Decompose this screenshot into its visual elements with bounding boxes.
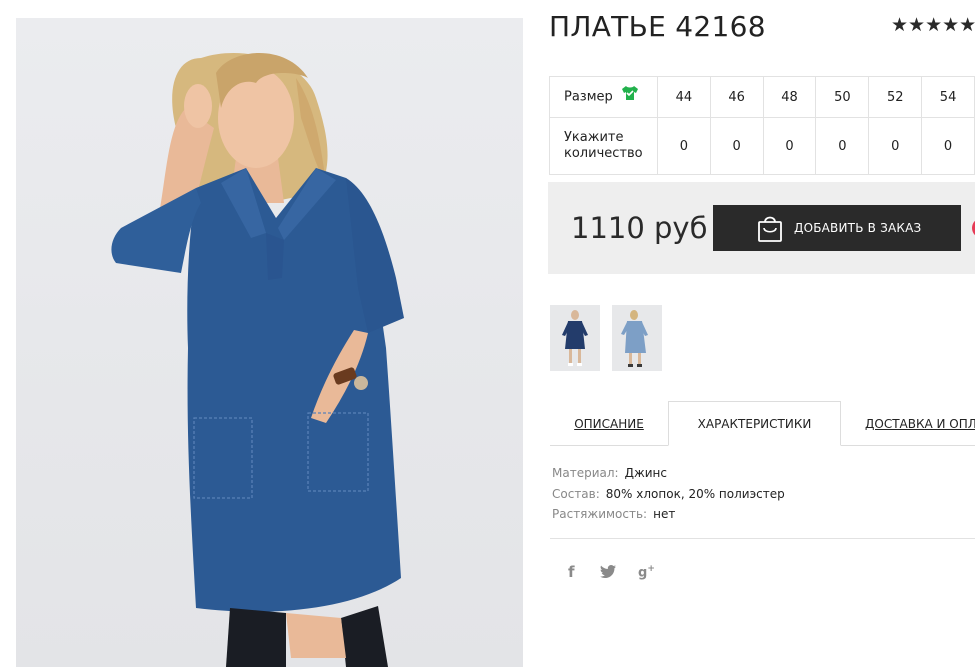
rating-stars[interactable]: ★★★★★ [891, 14, 975, 37]
size-option[interactable]: 46 [709, 76, 764, 118]
characteristic-row: Состав: 80% хлопок, 20% полиэстер [552, 484, 785, 505]
google-plus-sup: + [647, 564, 655, 574]
quantity-input[interactable]: 0 [921, 117, 975, 175]
size-option[interactable]: 52 [868, 76, 923, 118]
size-option[interactable]: 50 [815, 76, 870, 118]
twitter-icon[interactable] [600, 565, 616, 585]
dress-model-illustration [111, 52, 404, 667]
characteristic-value: 80% хлопок, 20% полиэстер [605, 486, 785, 501]
thumbnail-light-dress[interactable] [612, 305, 662, 371]
thumbnail-dark-dress[interactable] [550, 305, 600, 371]
product-main-photo[interactable] [16, 18, 523, 667]
size-option[interactable]: 54 [921, 76, 975, 118]
quantity-input[interactable]: 0 [762, 117, 817, 175]
google-plus-glyph: g [638, 565, 648, 581]
size-label: Размер [564, 89, 613, 105]
tab-characteristics-label: ХАРАКТЕРИСТИКИ [697, 417, 812, 431]
google-plus-icon[interactable]: g+ [638, 564, 655, 584]
characteristic-value: Джинс [624, 466, 667, 480]
price: 1110 руб [571, 211, 708, 245]
size-option[interactable]: 48 [762, 76, 817, 118]
characteristic-row: Материал: Джинс [552, 463, 785, 484]
characteristics-list: Материал: Джинс Состав: 80% хлопок, 20% по… [552, 463, 785, 525]
shopping-bag-icon [757, 213, 783, 246]
tab-description[interactable]: ОПИСАНИЕ [550, 401, 668, 445]
product-page: ПЛАТЬЕ 42168 ★★★★★ Размер 44 46 48 50 52… [0, 0, 975, 667]
add-to-order-button[interactable]: ДОБАВИТЬ В ЗАКАЗ [713, 205, 961, 251]
quantity-input[interactable]: 0 [815, 117, 870, 175]
size-row: Размер 44 46 48 50 52 54 [549, 76, 975, 118]
characteristic-key: Состав: [552, 486, 600, 501]
characteristic-key: Материал: [552, 466, 619, 480]
size-chart-icon[interactable] [621, 85, 639, 106]
section-divider [550, 538, 975, 539]
quantity-input[interactable]: 0 [709, 117, 764, 175]
quantity-row-header: Укажите количество [549, 117, 658, 175]
quantity-row: Укажите количество 0 0 0 0 0 0 [549, 117, 975, 175]
facebook-icon[interactable]: f [568, 563, 575, 583]
size-row-header: Размер [549, 76, 658, 118]
tab-delivery-label: ДОСТАВКА И ОПЛАТА [865, 417, 975, 431]
product-title: ПЛАТЬЕ 42168 [549, 10, 766, 43]
order-box: 1110 руб ДОБАВИТЬ В ЗАКАЗ [548, 182, 975, 274]
tab-delivery[interactable]: ДОСТАВКА И ОПЛАТА [865, 401, 975, 445]
size-quantity-table: Размер 44 46 48 50 52 54 Укажите количес… [549, 76, 975, 175]
quantity-input[interactable]: 0 [656, 117, 711, 175]
tab-characteristics[interactable]: ХАРАКТЕРИСТИКИ [668, 401, 841, 446]
characteristic-value: нет [653, 507, 676, 521]
add-to-order-label: ДОБАВИТЬ В ЗАКАЗ [794, 221, 922, 235]
quantity-input[interactable]: 0 [868, 117, 923, 175]
tab-description-label: ОПИСАНИЕ [574, 417, 644, 431]
characteristic-row: Растяжимость: нет [552, 504, 785, 525]
size-option[interactable]: 44 [656, 76, 711, 118]
characteristic-key: Растяжимость: [552, 507, 648, 521]
